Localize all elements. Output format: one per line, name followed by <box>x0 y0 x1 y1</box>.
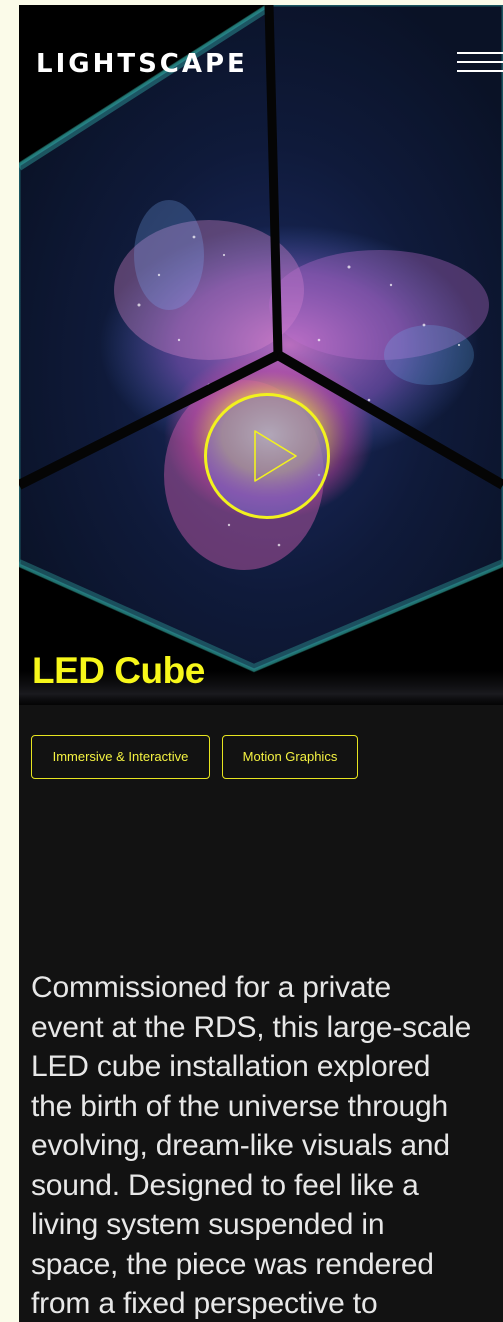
description-line: event at the RDS, this large-scale <box>31 1010 472 1044</box>
description-line: from a fixed perspective to <box>31 1287 378 1320</box>
description-line: evolving, dream-like visuals and <box>31 1129 450 1162</box>
hamburger-menu-icon[interactable] <box>457 48 503 80</box>
description-line: space, the piece was rendered <box>31 1247 434 1281</box>
project-description: Commissioned for a private event at the … <box>31 968 503 1322</box>
site-header: LIGHTSCAPE <box>19 5 503 125</box>
description-line: LED cube installation explored <box>31 1050 431 1083</box>
project-title: LED Cube <box>32 650 205 691</box>
description-line: sound. Designed to feel like a <box>31 1168 419 1202</box>
project-page: LIGHTSCAPE LED Cube Immersive & Interact… <box>19 5 503 1322</box>
play-button[interactable] <box>204 393 330 519</box>
description-line: living system suspended in <box>31 1208 385 1241</box>
play-icon <box>254 430 297 482</box>
tag-motion-graphics[interactable]: Motion Graphics <box>222 735 358 779</box>
description-line: the birth of the universe through <box>31 1089 449 1123</box>
tag-immersive-interactive[interactable]: Immersive & Interactive <box>31 735 210 779</box>
description-line: Commissioned for a private <box>31 971 391 1004</box>
logo[interactable]: LIGHTSCAPE <box>36 49 248 79</box>
